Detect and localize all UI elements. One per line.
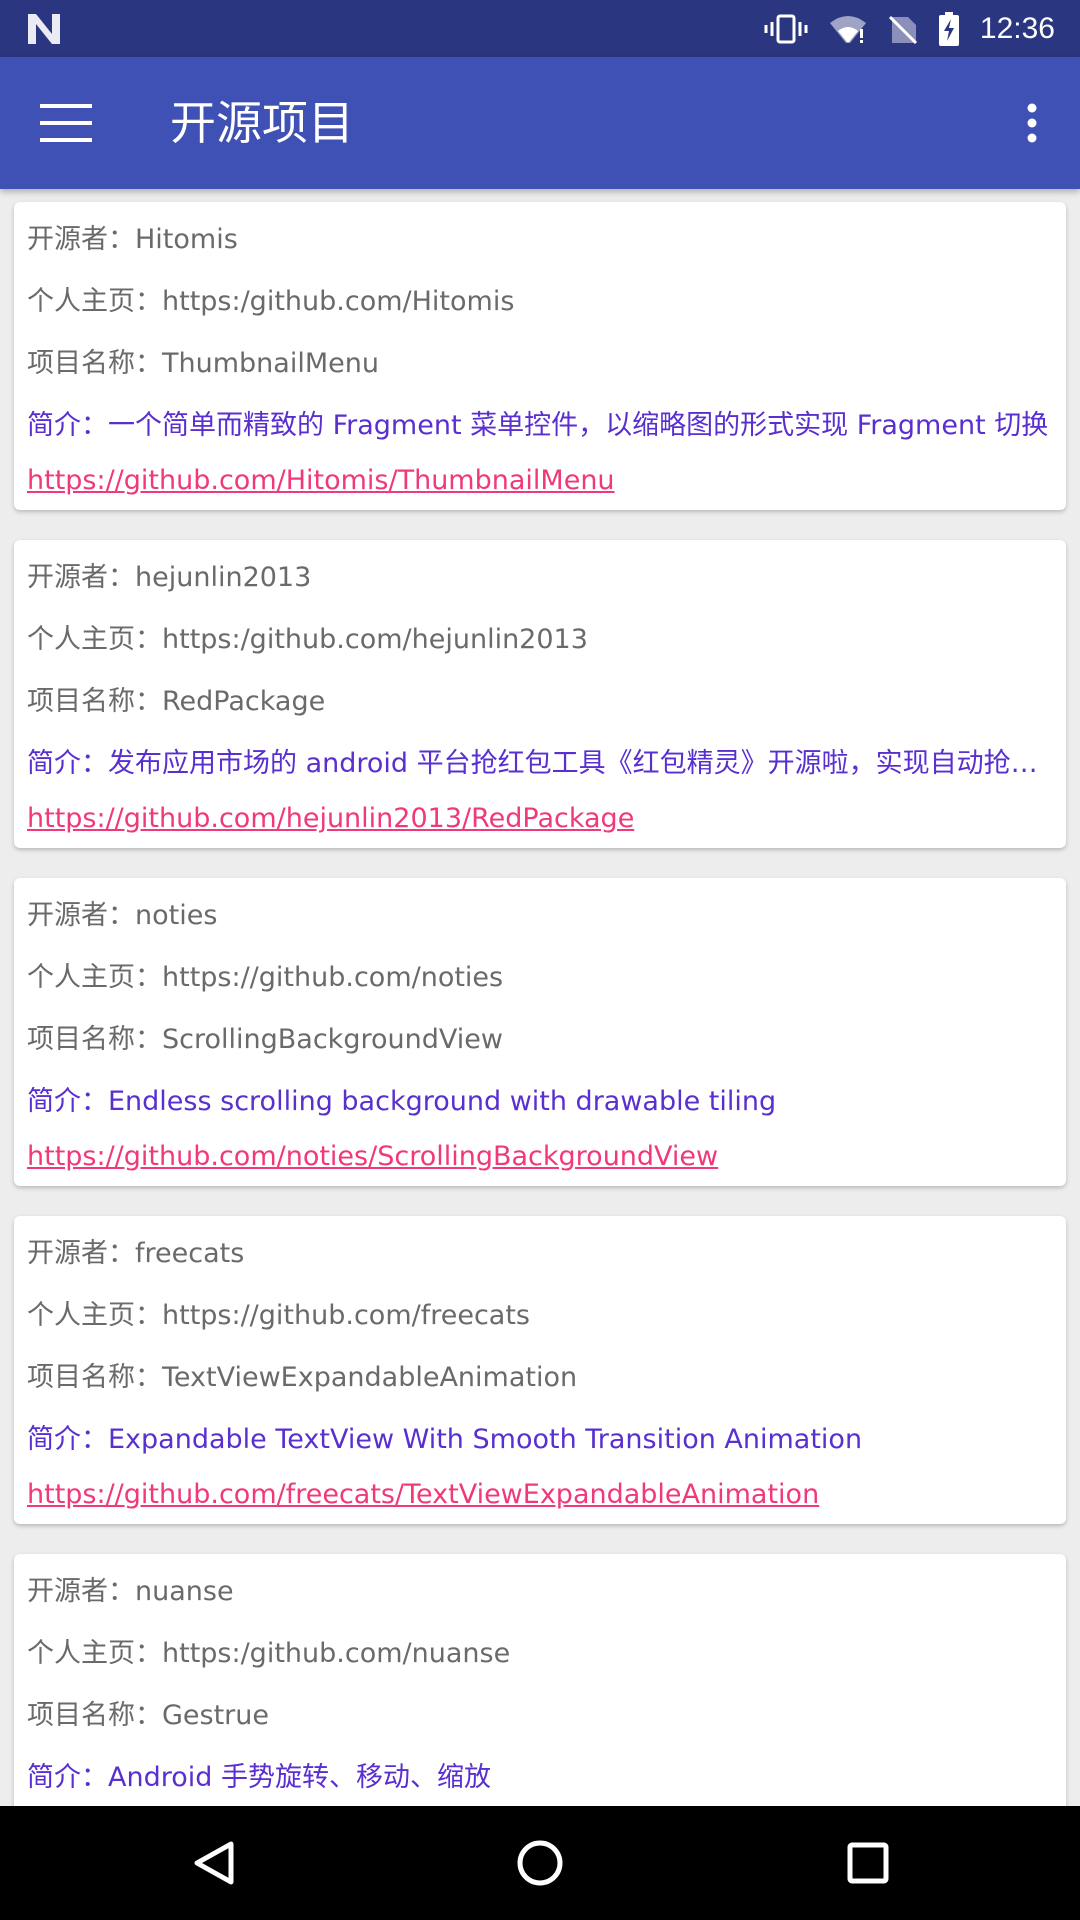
description-text: 简介：一个简单而精致的 Fragment 菜单控件，以缩略图的形式实现 Frag… — [27, 410, 1049, 441]
project-card[interactable]: 开源者：noties 个人主页：https://github.com/notie… — [14, 878, 1066, 1186]
homepage-text: 个人主页：https:/github.com/Hitomis — [27, 286, 515, 317]
description-text: 简介：Expandable TextView With Smooth Trans… — [27, 1424, 863, 1455]
project-card[interactable]: 开源者：hejunlin2013 个人主页：https:/github.com/… — [14, 540, 1066, 848]
project-card[interactable]: 开源者：Hitomis 个人主页：https:/github.com/Hitom… — [14, 202, 1066, 510]
clock: 12:36 — [979, 11, 1055, 45]
project-name-text: 项目名称：ScrollingBackgroundView — [27, 1024, 503, 1055]
project-link[interactable]: https://github.com/Hitomis/ThumbnailMenu — [27, 465, 615, 496]
homepage-text: 个人主页：https://github.com/freecats — [27, 1300, 530, 1331]
homepage-text: 个人主页：https:/github.com/nuanse — [27, 1638, 511, 1669]
navigation-bar — [0, 1806, 1080, 1920]
app-bar: 开源项目 — [0, 57, 1080, 189]
author-text: 开源者：noties — [27, 900, 218, 931]
author-text: 开源者：nuanse — [27, 1576, 234, 1607]
page-title: 开源项目 — [170, 96, 354, 150]
home-button[interactable] — [490, 1828, 590, 1898]
project-name-text: 项目名称：Gestrue — [27, 1700, 270, 1731]
home-circle-icon — [517, 1840, 563, 1886]
homepage-text: 个人主页：https://github.com/noties — [27, 962, 504, 993]
back-button[interactable] — [164, 1828, 264, 1898]
recents-square-icon — [847, 1842, 889, 1884]
description-text: 简介：发布应用市场的 android 平台抢红包工具《红包精灵》开源啦，实现自动… — [27, 748, 1038, 779]
status-bar: 12:36 — [0, 0, 1080, 57]
project-name-text: 项目名称：RedPackage — [27, 686, 326, 717]
project-link[interactable]: https://github.com/hejunlin2013/RedPacka… — [27, 803, 634, 834]
no-sim-icon — [888, 15, 917, 44]
project-link[interactable]: https://github.com/freecats/TextViewExpa… — [27, 1479, 819, 1510]
status-icons: 12:36 — [764, 0, 1055, 57]
battery-charging-icon — [938, 11, 959, 46]
project-name-text: 项目名称：TextViewExpandableAnimation — [27, 1362, 578, 1393]
description-text: 简介：Endless scrolling background with dra… — [27, 1086, 777, 1117]
description-text: 简介：Android 手势旋转、移动、缩放 — [27, 1762, 491, 1793]
project-link[interactable]: https://github.com/noties/ScrollingBackg… — [27, 1141, 718, 1172]
project-list[interactable]: 开源者：Hitomis 个人主页：https:/github.com/Hitom… — [0, 189, 1080, 1806]
project-card[interactable]: 开源者：freecats 个人主页：https://github.com/fre… — [14, 1216, 1066, 1524]
menu-button[interactable] — [20, 85, 112, 161]
wifi-icon — [829, 15, 866, 43]
homepage-text: 个人主页：https:/github.com/hejunlin2013 — [27, 624, 588, 655]
author-text: 开源者：Hitomis — [27, 224, 238, 255]
author-text: 开源者：hejunlin2013 — [27, 562, 312, 593]
hamburger-menu-icon — [40, 104, 92, 142]
vibrate-icon — [764, 14, 808, 43]
author-text: 开源者：freecats — [27, 1238, 245, 1269]
n-logo-icon — [28, 14, 60, 44]
project-card[interactable]: 开源者：nuanse 个人主页：https:/github.com/nuanse… — [14, 1554, 1066, 1806]
back-triangle-icon — [194, 1841, 234, 1885]
overflow-menu-button[interactable] — [1004, 85, 1060, 161]
recents-button[interactable] — [818, 1828, 918, 1898]
project-name-text: 项目名称：ThumbnailMenu — [27, 348, 379, 379]
more-vert-icon — [1027, 103, 1037, 143]
